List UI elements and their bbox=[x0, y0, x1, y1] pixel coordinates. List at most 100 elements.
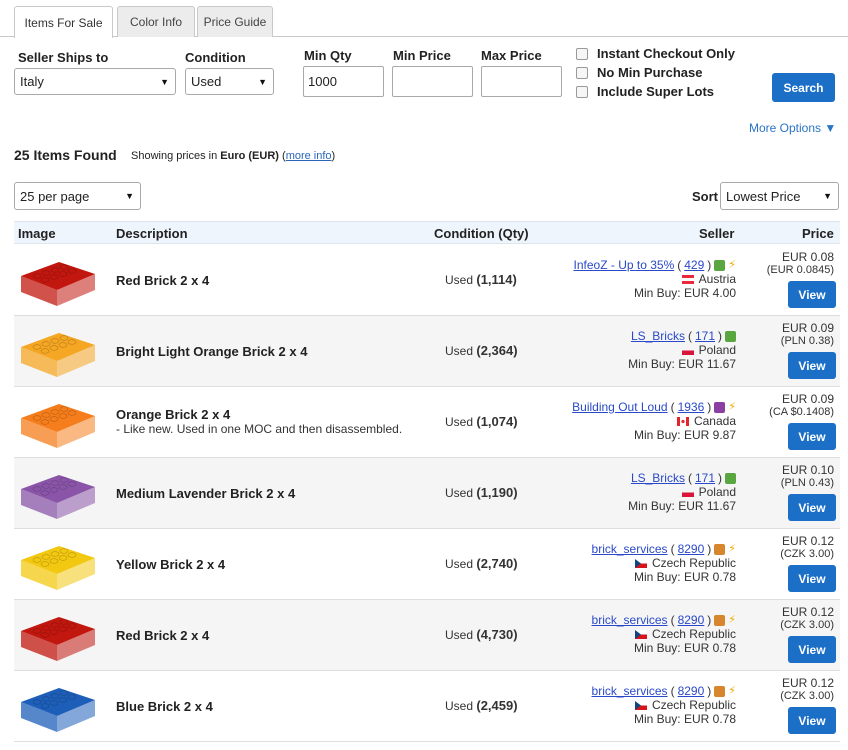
store-cube-icon bbox=[725, 330, 736, 342]
item-description[interactable]: Bright Light Orange Brick 2 x 4 bbox=[116, 344, 307, 359]
condition-text: Used bbox=[445, 557, 474, 571]
price-value: EUR 0.12 bbox=[781, 534, 834, 548]
seller-link[interactable]: brick_services bbox=[592, 684, 668, 698]
seller-link[interactable]: brick_services bbox=[592, 542, 668, 556]
tab-price-guide[interactable]: Price Guide bbox=[197, 6, 273, 37]
feedback-link[interactable]: 171 bbox=[695, 471, 715, 485]
sort-select[interactable]: Lowest Price ▼ bbox=[720, 182, 839, 210]
item-description[interactable]: Blue Brick 2 x 4 bbox=[116, 699, 213, 714]
per-page-select[interactable]: 25 per page ▼ bbox=[14, 182, 141, 210]
min-buy: Min Buy: EUR 9.87 bbox=[633, 428, 736, 442]
min-qty-label: Min Qty bbox=[304, 48, 352, 63]
view-button[interactable]: View bbox=[788, 423, 836, 450]
quantity-text: (1,190) bbox=[476, 485, 518, 500]
table-header: Image Description Condition (Qty) Seller… bbox=[14, 221, 840, 244]
brick-image bbox=[21, 262, 95, 306]
checkbox-box[interactable] bbox=[576, 85, 588, 98]
view-button[interactable]: View bbox=[788, 565, 836, 592]
price-value: EUR 0.09 bbox=[781, 321, 834, 335]
col-seller: Seller bbox=[699, 226, 735, 241]
seller-info: LS_Bricks (171) Poland Min Buy: EUR 11.67 bbox=[628, 329, 736, 371]
alt-price-value: (CZK 3.00) bbox=[780, 619, 834, 631]
item-description[interactable]: Red Brick 2 x 4 bbox=[116, 628, 209, 643]
sort-value: Lowest Price bbox=[726, 188, 801, 204]
checkbox-box[interactable] bbox=[576, 66, 588, 79]
view-button[interactable]: View bbox=[788, 281, 836, 308]
view-button[interactable]: View bbox=[788, 352, 836, 379]
more-info-link[interactable]: more info bbox=[286, 150, 332, 162]
feedback-link[interactable]: 8290 bbox=[678, 684, 705, 698]
instant-checkout-checkbox[interactable]: Instant Checkout Only bbox=[576, 46, 735, 61]
quantity-text: (2,740) bbox=[476, 556, 518, 571]
seller-link[interactable]: InfeoZ - Up to 35% bbox=[574, 258, 675, 272]
feedback-link[interactable]: 8290 bbox=[678, 542, 705, 556]
feedback-link[interactable]: 171 bbox=[695, 329, 715, 343]
per-page-value: 25 per page bbox=[20, 188, 90, 204]
brick-image bbox=[21, 333, 95, 377]
min-buy: Min Buy: EUR 0.78 bbox=[633, 570, 736, 584]
seller-link[interactable]: LS_Bricks bbox=[631, 471, 685, 485]
seller-link[interactable]: LS_Bricks bbox=[631, 329, 685, 343]
alt-price-value: (CA $0.1408) bbox=[769, 406, 834, 418]
brick-image bbox=[21, 475, 95, 519]
ships-to-select[interactable]: Italy ▼ bbox=[14, 68, 176, 95]
condition-text: Used bbox=[445, 415, 474, 429]
quantity-text: (1,114) bbox=[476, 272, 517, 287]
sort-label: Sort bbox=[692, 189, 718, 204]
item-description[interactable]: Red Brick 2 x 4 bbox=[116, 273, 209, 288]
chevron-down-icon: ▼ bbox=[125, 191, 134, 201]
condition-select[interactable]: Used ▼ bbox=[185, 68, 274, 95]
item-description[interactable]: Yellow Brick 2 x 4 bbox=[116, 557, 225, 572]
item-condition: Used (1,074) bbox=[445, 414, 518, 429]
item-condition: Used (4,730) bbox=[445, 627, 518, 642]
table-row: Blue Brick 2 x 4 Used (2,459) brick_servic… bbox=[14, 671, 840, 742]
seller-info: brick_services (8290) ⚡ Czech Republic Min… bbox=[591, 684, 736, 726]
include-super-lots-checkbox[interactable]: Include Super Lots bbox=[576, 84, 714, 99]
seller-link[interactable]: Building Out Loud bbox=[572, 400, 667, 414]
chevron-down-icon: ▼ bbox=[823, 191, 832, 201]
quantity-text: (1,074) bbox=[476, 414, 518, 429]
more-options-link[interactable]: More Options ▼ bbox=[749, 121, 836, 135]
store-cube-icon bbox=[714, 685, 726, 697]
feedback-link[interactable]: 1936 bbox=[678, 400, 705, 414]
feedback-link[interactable]: 429 bbox=[684, 258, 704, 272]
tab-items-for-sale[interactable]: Items For Sale bbox=[14, 6, 113, 38]
checkbox-box[interactable] bbox=[576, 47, 588, 60]
seller-country: Austria bbox=[698, 272, 736, 286]
seller-link[interactable]: brick_services bbox=[592, 613, 668, 627]
quantity-text: (4,730) bbox=[476, 627, 518, 642]
item-description[interactable]: Medium Lavender Brick 2 x 4 bbox=[116, 486, 295, 501]
flag-icon bbox=[681, 485, 696, 499]
item-condition: Used (2,459) bbox=[445, 698, 518, 713]
max-price-label: Max Price bbox=[481, 48, 542, 63]
price-info: EUR 0.09 (CA $0.1408) bbox=[769, 393, 834, 418]
min-qty-input[interactable]: 1000 bbox=[303, 66, 384, 97]
store-cube-icon bbox=[714, 543, 726, 555]
view-button[interactable]: View bbox=[788, 494, 836, 521]
item-description[interactable]: Orange Brick 2 x 4 bbox=[116, 407, 230, 422]
table-row: Bright Light Orange Brick 2 x 4 Used (2,3… bbox=[14, 316, 840, 387]
price-info: EUR 0.09 (PLN 0.38) bbox=[781, 322, 834, 347]
tab-color-info[interactable]: Color Info bbox=[117, 6, 195, 37]
flag-icon bbox=[634, 698, 649, 712]
feedback-link[interactable]: 8290 bbox=[678, 613, 705, 627]
currency-prefix: Showing prices in bbox=[131, 150, 221, 162]
search-button[interactable]: Search bbox=[772, 73, 835, 102]
item-condition: Used (2,740) bbox=[445, 556, 518, 571]
min-price-input[interactable] bbox=[392, 66, 473, 97]
store-cube-icon bbox=[714, 401, 726, 413]
min-buy: Min Buy: EUR 0.78 bbox=[633, 712, 736, 726]
min-buy: Min Buy: EUR 4.00 bbox=[633, 286, 736, 300]
view-button[interactable]: View bbox=[788, 707, 836, 734]
flag-icon bbox=[676, 414, 691, 428]
alt-price-value: (EUR 0.0845) bbox=[766, 264, 834, 276]
max-price-input[interactable] bbox=[481, 66, 562, 97]
view-button[interactable]: View bbox=[788, 636, 836, 663]
seller-country: Czech Republic bbox=[651, 556, 736, 570]
price-value: EUR 0.12 bbox=[781, 676, 834, 690]
col-image: Image bbox=[18, 226, 56, 241]
currency-note: Showing prices in Euro (EUR) (more info) bbox=[131, 150, 336, 162]
no-min-purchase-checkbox[interactable]: No Min Purchase bbox=[576, 65, 702, 80]
store-cube-icon bbox=[714, 259, 726, 271]
brick-image bbox=[21, 688, 95, 732]
